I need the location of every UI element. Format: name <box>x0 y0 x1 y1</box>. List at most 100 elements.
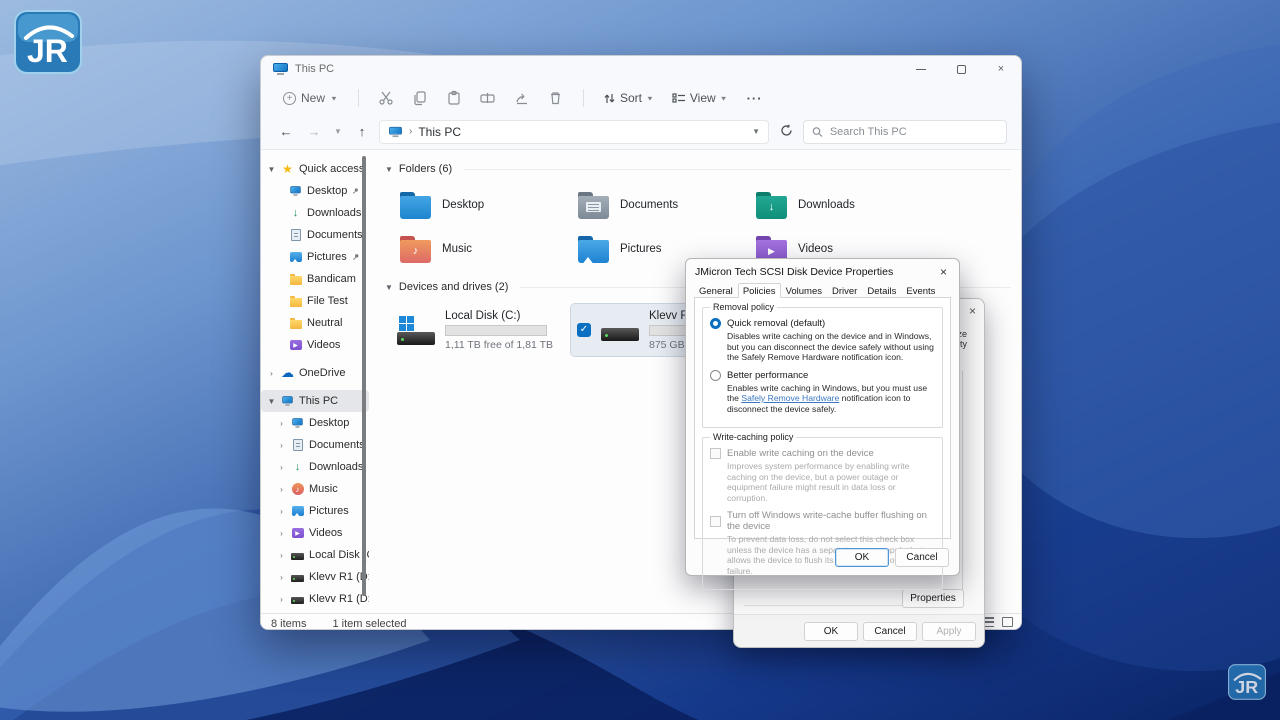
sidebar-item-desktop[interactable]: Desktop <box>261 180 369 202</box>
copy-icon <box>412 90 428 106</box>
tab-general[interactable]: General <box>694 283 738 298</box>
checkbox-unchecked-icon[interactable] <box>710 516 721 527</box>
cut-button[interactable] <box>371 86 401 110</box>
maximize-button[interactable] <box>941 56 981 82</box>
ok-button[interactable]: OK <box>804 622 858 641</box>
desktop-folder-icon <box>399 192 432 219</box>
sidebar-item-pc-music[interactable]: › ♪ Music <box>261 478 369 500</box>
svg-text:JR: JR <box>1235 677 1258 697</box>
sidebar-item-pc-documents[interactable]: › Documents <box>261 434 369 456</box>
sidebar-item-quick-access[interactable]: ▼ ★ Quick access <box>261 158 369 180</box>
navigation-pane: ▼ ★ Quick access Desktop ↓ Downloads Doc… <box>261 150 369 613</box>
share-button[interactable] <box>507 86 537 110</box>
title-bar[interactable]: This PC × <box>261 56 1021 82</box>
sidebar-item-pc-videos[interactable]: › ▶ Videos <box>261 522 369 544</box>
back-button[interactable]: ← <box>275 124 297 139</box>
drive-tile-local-disk-c[interactable]: Local Disk (C:) 1,11 TB free of 1,81 TB <box>389 304 561 356</box>
sidebar-item-file-test[interactable]: File Test <box>261 290 369 312</box>
address-bar[interactable]: › This PC ▼ <box>379 120 769 144</box>
drive-icon <box>291 571 304 584</box>
properties-button[interactable]: Properties <box>902 589 964 608</box>
folder-icon <box>289 273 302 286</box>
copy-button[interactable] <box>405 86 435 110</box>
items-count: 8 items <box>271 618 306 630</box>
drive-icon <box>291 593 304 606</box>
up-button[interactable]: ↑ <box>351 124 373 139</box>
sidebar-item-pc-downloads[interactable]: › ↓ Downloads <box>261 456 369 478</box>
close-button[interactable]: × <box>969 304 976 318</box>
drive-icon <box>599 320 641 341</box>
cancel-button[interactable]: Cancel <box>863 622 917 641</box>
folder-tile-downloads[interactable]: ↓ Downloads <box>749 186 927 224</box>
dialog-button-row: OK Cancel Apply <box>734 614 984 647</box>
sidebar-item-pc-desktop[interactable]: › Desktop <box>261 412 369 434</box>
recent-locations-button[interactable]: ▼ <box>331 127 345 136</box>
sidebar-item-klevv-d[interactable]: › Klevv R1 (D:) <box>261 566 369 588</box>
safely-remove-hardware-link[interactable]: Safely Remove Hardware <box>741 393 839 403</box>
selected-checkbox[interactable]: ✓ <box>577 323 591 337</box>
paste-button[interactable] <box>439 86 469 110</box>
folders-grid: Desktop Documents ↓ Downloads ♪ Music <box>393 186 1011 268</box>
sidebar-item-downloads[interactable]: ↓ Downloads <box>261 202 369 224</box>
dialog-title-bar[interactable]: JMicron Tech SCSI Disk Device Properties… <box>686 259 959 281</box>
sidebar-item-this-pc[interactable]: ▼ This PC <box>261 390 369 412</box>
sidebar-item-pictures[interactable]: Pictures <box>261 246 369 268</box>
sidebar-item-videos[interactable]: ▶ Videos <box>261 334 369 356</box>
sidebar-item-onedrive[interactable]: › ☁ OneDrive <box>261 362 369 384</box>
radio-selected-icon[interactable] <box>710 318 721 329</box>
ok-button[interactable]: OK <box>835 548 889 567</box>
dialog-title: JMicron Tech SCSI Disk Device Properties <box>695 266 893 278</box>
tab-events[interactable]: Events <box>901 283 940 298</box>
address-dropdown-icon[interactable]: ▼ <box>752 127 760 136</box>
close-button[interactable]: × <box>936 265 951 279</box>
tab-policies[interactable]: Policies <box>738 283 781 298</box>
sidebar-item-neutral[interactable]: Neutral <box>261 312 369 334</box>
music-folder-icon: ♪ <box>399 236 432 263</box>
sort-button[interactable]: Sort ▼ <box>596 87 661 109</box>
chevron-down-icon: ▼ <box>720 94 728 101</box>
selection-count: 1 item selected <box>332 618 406 630</box>
search-input[interactable] <box>830 126 998 138</box>
enable-write-caching-checkbox-row[interactable]: Enable write caching on the device <box>710 448 935 459</box>
sidebar-scrollbar[interactable] <box>362 156 366 596</box>
quick-removal-radio-row[interactable]: Quick removal (default) <box>710 318 935 329</box>
search-box[interactable] <box>803 120 1007 144</box>
jr-channel-logo: JR <box>14 10 82 74</box>
jr-watermark-logo: JR <box>1228 664 1266 700</box>
refresh-button[interactable] <box>775 124 797 140</box>
sidebar-item-klevv-d-2[interactable]: › Klevv R1 (D:) <box>261 588 369 610</box>
view-icon <box>672 92 686 104</box>
search-icon <box>812 126 823 138</box>
videos-icon: ▶ <box>289 339 302 352</box>
share-icon <box>514 90 530 106</box>
new-button[interactable]: + New ▼ <box>275 87 346 109</box>
large-icons-view-button[interactable] <box>1002 617 1013 627</box>
tab-details[interactable]: Details <box>862 283 901 298</box>
folder-tile-music[interactable]: ♪ Music <box>393 230 571 268</box>
download-icon: ↓ <box>291 461 304 474</box>
minimize-button[interactable] <box>901 56 941 82</box>
rename-button[interactable] <box>473 86 503 110</box>
delete-button[interactable] <box>541 86 571 110</box>
sidebar-item-pc-pictures[interactable]: › Pictures <box>261 500 369 522</box>
better-performance-radio-row[interactable]: Better performance <box>710 370 935 381</box>
folder-tile-desktop[interactable]: Desktop <box>393 186 571 224</box>
radio-unselected-icon[interactable] <box>710 370 721 381</box>
folder-tile-documents[interactable]: Documents <box>571 186 749 224</box>
tab-driver[interactable]: Driver <box>827 283 862 298</box>
breadcrumb[interactable]: This PC <box>418 125 461 139</box>
apply-button[interactable]: Apply <box>922 622 976 641</box>
folders-section-header[interactable]: ▼ Folders (6) <box>385 160 1011 178</box>
tab-volumes[interactable]: Volumes <box>781 283 827 298</box>
close-button[interactable]: × <box>981 56 1021 82</box>
sidebar-item-documents[interactable]: Documents <box>261 224 369 246</box>
sidebar-item-local-disk-c[interactable]: › Local Disk (C:) <box>261 544 369 566</box>
cancel-button[interactable]: Cancel <box>895 548 949 567</box>
downloads-folder-icon: ↓ <box>755 192 788 219</box>
see-more-button[interactable]: ··· <box>739 91 771 106</box>
checkbox-unchecked-icon[interactable] <box>710 448 721 459</box>
sidebar-item-bandicam[interactable]: Bandicam <box>261 268 369 290</box>
forward-button[interactable]: → <box>303 124 325 139</box>
turn-off-flushing-checkbox-row[interactable]: Turn off Windows write-cache buffer flus… <box>710 510 935 532</box>
view-button[interactable]: View ▼ <box>665 87 735 109</box>
